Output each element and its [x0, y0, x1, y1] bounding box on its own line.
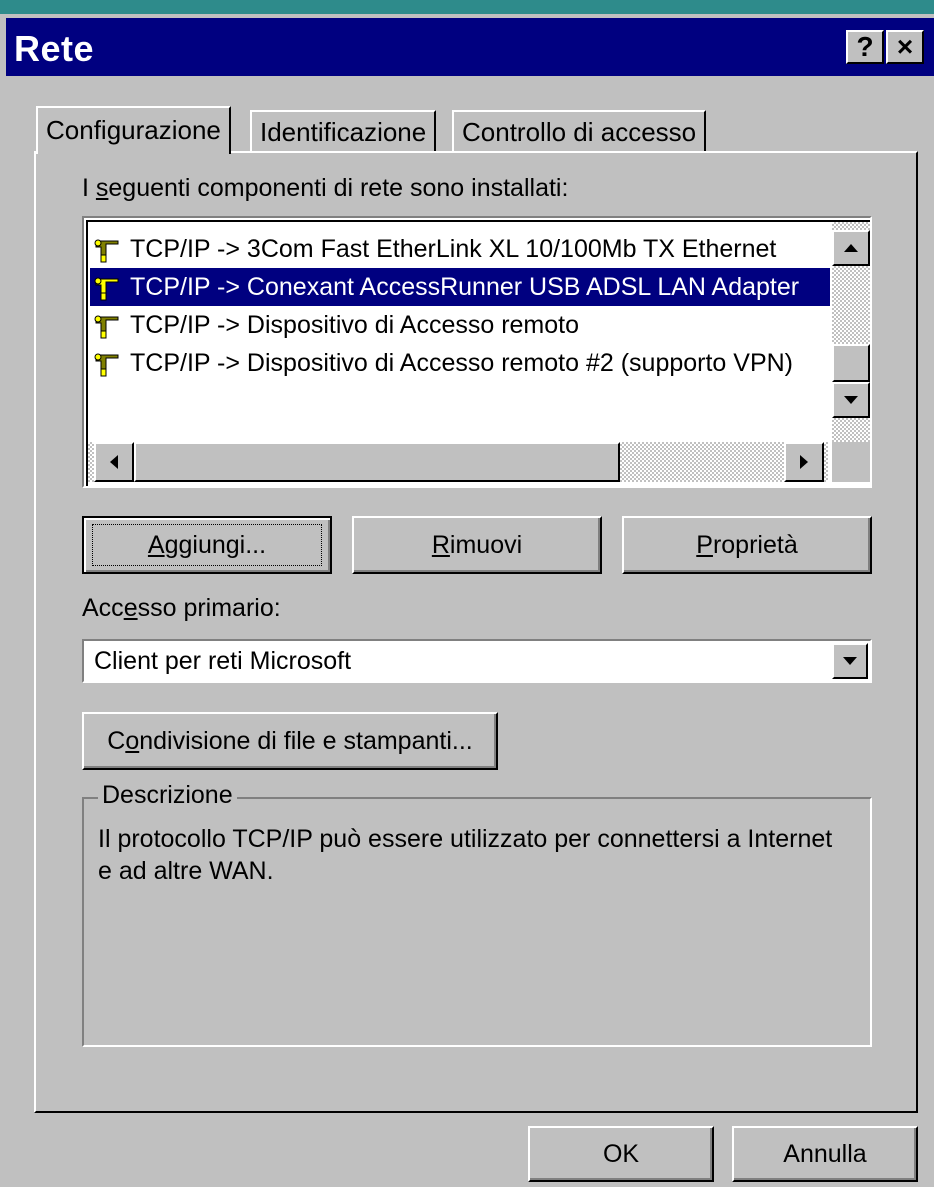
ok-button[interactable]: OK — [528, 1126, 714, 1182]
primary-access-value: Client per reti Microsoft — [94, 647, 352, 675]
scroll-down-button[interactable] — [832, 382, 870, 418]
dropdown-button[interactable] — [832, 643, 868, 679]
chevron-down-icon — [843, 657, 857, 665]
description-group: Descrizione Il protocollo TCP/IP può ess… — [82, 781, 872, 1047]
scroll-corner — [832, 442, 870, 482]
network-protocol-icon — [94, 239, 119, 263]
window-title: Rete — [14, 28, 95, 69]
arrow-right-icon — [800, 455, 808, 469]
focus-indicator — [92, 524, 322, 566]
list-item-selected[interactable]: TCP/IP -> Conexant AccessRunner USB ADSL… — [90, 268, 830, 306]
arrow-left-icon — [110, 455, 118, 469]
cancel-button[interactable]: Annulla — [732, 1126, 918, 1182]
scroll-up-button[interactable] — [832, 230, 870, 266]
help-button[interactable]: ? — [846, 30, 884, 64]
file-printer-sharing-button[interactable]: Condivisione di file e stampanti... — [82, 712, 498, 770]
arrow-down-icon — [844, 396, 858, 404]
remove-button[interactable]: Rimuovi — [352, 516, 602, 574]
list-item[interactable]: TCP/IP -> Dispositivo di Accesso remoto — [90, 306, 830, 344]
description-legend: Descrizione — [98, 781, 237, 810]
description-text: Il protocollo TCP/IP può essere utilizza… — [98, 825, 833, 885]
horizontal-scrollbar[interactable] — [88, 442, 828, 482]
desktop-edge — [0, 0, 934, 14]
network-dialog: Rete ? × Configurazione Identificazione … — [6, 14, 934, 1187]
list-item[interactable]: TCP/IP -> 3Com Fast EtherLink XL 10/100M… — [90, 230, 830, 268]
network-protocol-icon — [94, 315, 119, 339]
scroll-left-button[interactable] — [94, 442, 134, 482]
horizontal-scroll-thumb[interactable] — [134, 442, 620, 482]
primary-access-select[interactable]: Client per reti Microsoft — [82, 639, 872, 683]
sharing-button-label: Condivisione di file e stampanti... — [107, 726, 473, 755]
tab-controllo-accesso[interactable]: Controllo di accesso — [452, 110, 707, 152]
network-protocol-icon — [94, 353, 119, 377]
close-button[interactable]: × — [886, 30, 924, 64]
title-bar[interactable]: Rete ? × — [6, 18, 934, 76]
tab-identificazione[interactable]: Identificazione — [250, 110, 437, 152]
arrow-up-icon — [844, 244, 858, 252]
remove-button-label: Rimuovi — [431, 530, 523, 559]
list-item[interactable]: TCP/IP -> Dispositivo di Accesso remoto … — [90, 344, 830, 382]
properties-button[interactable]: Proprietà — [622, 516, 872, 574]
components-label: I seguenti componenti di rete sono insta… — [82, 174, 569, 202]
properties-button-label: Proprietà — [696, 530, 798, 559]
primary-access-label: Accesso primario: — [82, 594, 281, 622]
tab-configurazione[interactable]: Configurazione — [36, 106, 231, 154]
components-list[interactable]: TCP/IP -> 3Com Fast EtherLink XL 10/100M… — [82, 216, 872, 488]
network-protocol-icon — [94, 277, 119, 301]
vertical-scrollbar[interactable] — [832, 222, 870, 444]
scroll-right-button[interactable] — [784, 442, 824, 482]
scroll-thumb[interactable] — [832, 344, 870, 382]
add-button[interactable]: Aggiungi... — [82, 516, 332, 574]
